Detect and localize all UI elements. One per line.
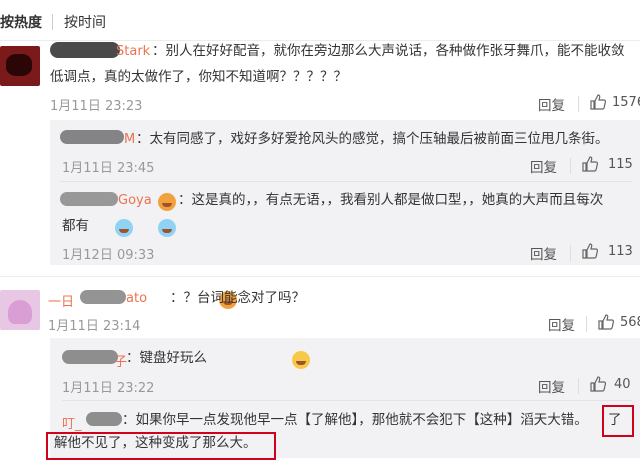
like-count: 568: [620, 315, 640, 330]
thumbs-up-icon[interactable]: [582, 156, 598, 172]
like-count: 1576: [612, 95, 640, 110]
like-count: 40: [614, 377, 631, 392]
highlighted-text: 解他不见了，这种变成了那么大。: [54, 435, 257, 451]
reply-timestamp: 1月11日 23:22: [62, 381, 155, 396]
reply-button[interactable]: 回复: [538, 94, 565, 114]
reply-separator: [62, 400, 632, 401]
username-redaction: [80, 290, 126, 304]
username-redaction: [86, 412, 122, 426]
reply-button[interactable]: 回复: [530, 156, 557, 176]
reply-text: ：键盘好玩么: [126, 350, 207, 366]
reply-text: ：太有同感了，戏好多好爱抢风头的感觉，搞个压轴最后被前面三位甩几条街。: [136, 131, 609, 147]
sort-bar: 按热度 按时间: [0, 0, 640, 40]
username-redaction: [62, 350, 118, 364]
action-divider: [570, 245, 571, 261]
thumbs-up-icon[interactable]: [590, 376, 606, 392]
reply-text: ：这是真的，，有点无语，，我看别人都是做口型，，她真的大声而且每次: [178, 192, 604, 208]
sort-divider: [52, 14, 53, 30]
comment-text-continued: 低调点，真的太做作了，你知不知道啊？？？？？: [50, 69, 347, 85]
vip-badge-icon: [158, 193, 176, 211]
reply-timestamp: 1月12日 09:33: [62, 248, 155, 263]
reply-separator: [60, 181, 632, 182]
action-divider: [578, 378, 579, 394]
reply-button[interactable]: 回复: [530, 243, 557, 263]
reply-username[interactable]: Goya: [118, 193, 152, 208]
reply-button[interactable]: 回复: [548, 314, 575, 334]
action-divider: [586, 316, 587, 332]
comment-text: ：别人在好好配音，就你在旁边那么大声说话，各种做作张牙舞爪，能不能收敛: [152, 43, 625, 59]
action-divider: [570, 158, 571, 174]
username-redaction: [50, 42, 120, 58]
reply-text-continued: 都有: [62, 218, 89, 234]
avatar[interactable]: [0, 46, 40, 86]
action-divider: [578, 96, 579, 112]
sort-by-time-tab[interactable]: 按时间: [64, 12, 106, 32]
comment-username[interactable]: Stark: [116, 44, 150, 59]
thumbs-up-icon[interactable]: [598, 314, 614, 330]
comment-username[interactable]: ato: [126, 291, 147, 306]
thumbs-up-icon[interactable]: [590, 94, 606, 110]
username-redaction: [60, 130, 124, 144]
comment-text: ：？台词能念对了吗？: [170, 290, 305, 306]
comment-timestamp: 1月11日 23:23: [50, 99, 143, 114]
reply-timestamp: 1月11日 23:45: [62, 161, 155, 176]
emoji-icon: [115, 219, 134, 237]
comment-timestamp: 1月11日 23:14: [48, 319, 141, 334]
highlighted-text: 了: [608, 412, 622, 428]
reply-button[interactable]: 回复: [538, 376, 565, 396]
comment-divider: [0, 276, 640, 277]
avatar[interactable]: [0, 290, 40, 330]
thumbs-up-icon[interactable]: [582, 243, 598, 259]
sort-by-hot-tab[interactable]: 按热度: [0, 12, 42, 32]
like-count: 113: [608, 244, 633, 259]
reply-username[interactable]: M: [124, 132, 135, 147]
like-count: 115: [608, 157, 633, 172]
username-redaction: [60, 192, 118, 206]
comment-username-prefix[interactable]: 一日: [48, 291, 74, 310]
